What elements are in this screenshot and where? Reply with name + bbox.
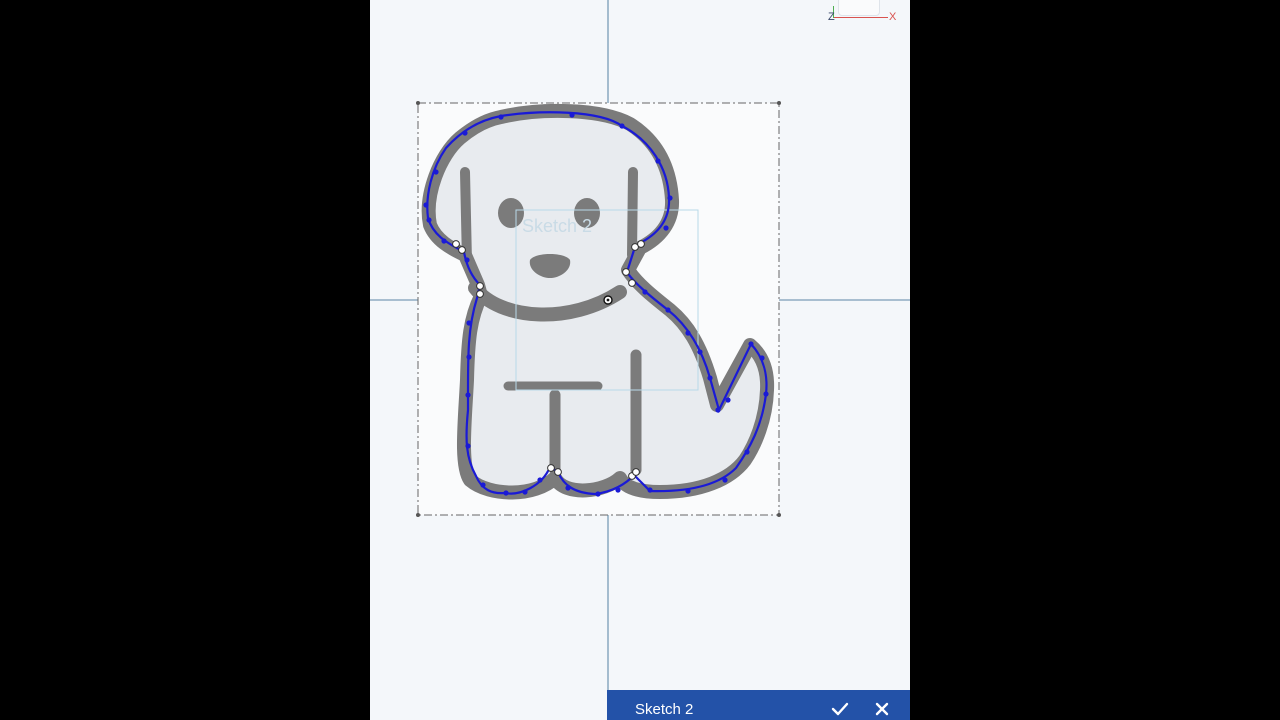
x-axis-label: X <box>889 11 897 23</box>
view-cube-icon[interactable] <box>838 0 880 16</box>
z-axis-label: Z <box>828 11 835 23</box>
close-icon <box>875 702 889 716</box>
view-triad[interactable]: Z X <box>828 0 898 26</box>
sketch-mode-title: Sketch 2 <box>635 700 694 718</box>
check-icon <box>831 702 849 716</box>
cancel-sketch-button[interactable] <box>868 690 896 720</box>
sketch-mode-bar: Sketch 2 <box>607 690 910 720</box>
sketch-viewport[interactable]: Sketch 2 Z X <box>370 0 910 720</box>
sketch-ghost-label: Sketch 2 <box>522 216 592 236</box>
sketch-canvas[interactable]: Sketch 2 <box>370 0 910 720</box>
confirm-sketch-button[interactable] <box>826 690 854 720</box>
x-axis-line <box>834 17 888 18</box>
origin-point-icon[interactable] <box>603 295 613 305</box>
